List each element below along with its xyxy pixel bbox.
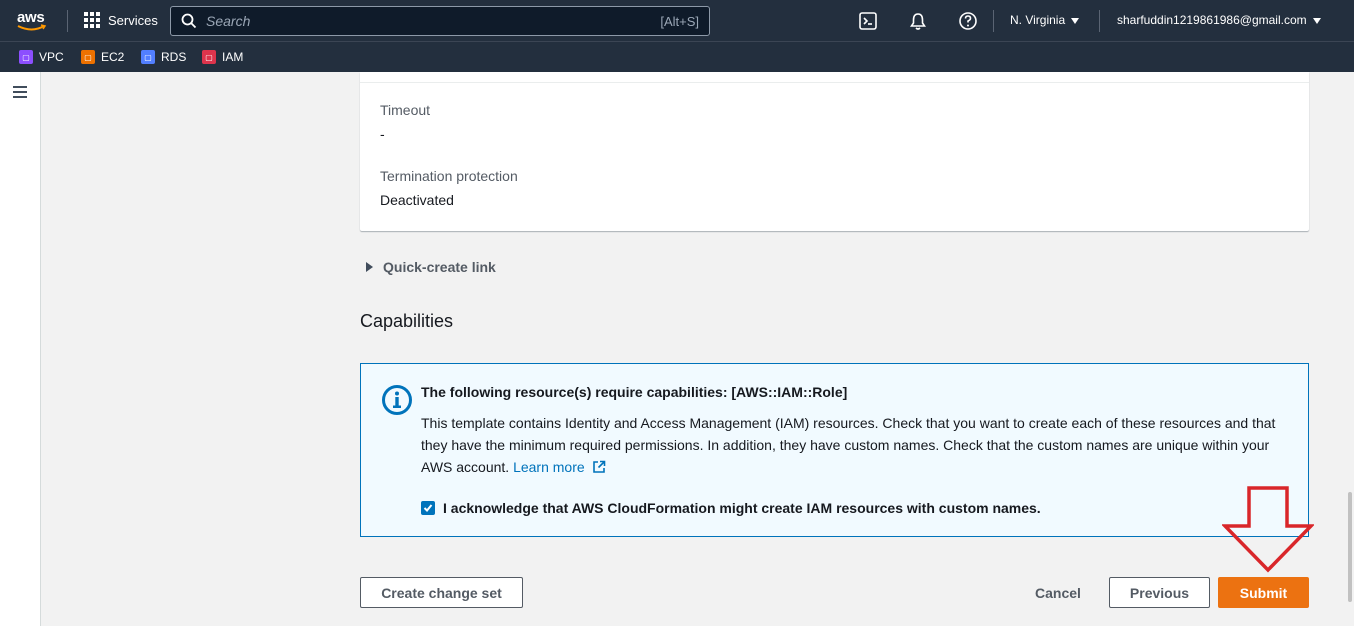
favorites-bar: ▢ VPC ▢ EC2 ▢ RDS ▢ IAM	[0, 41, 1354, 72]
learn-more-link[interactable]: Learn more	[513, 459, 605, 475]
rds-service-icon: ▢	[141, 50, 155, 64]
acknowledge-iam-checkbox[interactable]: I acknowledge that AWS CloudFormation mi…	[421, 500, 1041, 516]
previous-button[interactable]: Previous	[1109, 577, 1210, 608]
search-input[interactable]	[206, 13, 661, 29]
nav-divider	[993, 10, 994, 32]
grid-icon	[84, 12, 100, 28]
account-menu[interactable]: sharfuddin1219861986@gmail.com	[1117, 13, 1321, 27]
alert-body: This template contains Identity and Acce…	[421, 412, 1291, 478]
region-label: N. Virginia	[1010, 13, 1066, 27]
iam-service-icon: ▢	[202, 50, 216, 64]
favorite-iam[interactable]: ▢ IAM	[202, 50, 243, 64]
nav-divider	[67, 10, 68, 32]
caret-down-icon	[1071, 17, 1080, 24]
submit-button[interactable]: Submit	[1218, 577, 1309, 608]
cancel-button[interactable]: Cancel	[1021, 577, 1095, 608]
termination-protection-label: Termination protection	[380, 168, 518, 184]
scrollbar-thumb[interactable]	[1348, 492, 1352, 602]
alert-title: The following resource(s) require capabi…	[421, 384, 848, 400]
aws-logo[interactable]: aws	[17, 9, 51, 33]
info-icon	[382, 385, 412, 415]
divider	[360, 82, 1309, 83]
menu-hamburger-icon[interactable]	[13, 86, 27, 98]
ec2-service-icon: ▢	[81, 50, 95, 64]
vpc-service-icon: ▢	[19, 50, 33, 64]
help-icon[interactable]	[958, 11, 978, 31]
capabilities-info-alert: The following resource(s) require capabi…	[360, 363, 1309, 537]
search-shortcut-hint: [Alt+S]	[660, 13, 699, 29]
favorite-rds[interactable]: ▢ RDS	[141, 50, 186, 64]
favorite-vpc[interactable]: ▢ VPC	[19, 50, 64, 64]
timeout-label: Timeout	[380, 102, 431, 118]
learn-more-label: Learn more	[513, 459, 585, 475]
page-scrollbar[interactable]	[1346, 72, 1354, 626]
checkbox-checked[interactable]	[421, 501, 435, 515]
services-menu-button[interactable]: Services	[84, 12, 158, 28]
stack-options-card: Timeout - Termination protection Deactiv…	[360, 72, 1309, 231]
timeout-value: -	[380, 126, 385, 142]
side-navigation-rail	[0, 72, 41, 626]
checkmark-icon	[423, 504, 433, 512]
external-link-icon	[592, 460, 605, 473]
cloudshell-icon[interactable]	[858, 11, 878, 31]
favorite-ec2[interactable]: ▢ EC2	[81, 50, 124, 64]
quick-create-link-label: Quick-create link	[383, 259, 496, 275]
favorite-label: EC2	[101, 50, 125, 64]
caret-right-icon	[366, 262, 373, 272]
favorite-label: IAM	[222, 50, 244, 64]
nav-divider	[1099, 10, 1100, 32]
quick-create-link-expander[interactable]: Quick-create link	[366, 259, 496, 275]
region-selector[interactable]: N. Virginia	[1010, 13, 1080, 27]
capabilities-heading: Capabilities	[360, 311, 454, 331]
search-bar[interactable]: [Alt+S]	[170, 6, 710, 36]
top-navigation: aws Services [Alt+S] N. Virginia	[0, 0, 1354, 41]
acknowledge-label: I acknowledge that AWS CloudFormation mi…	[443, 500, 1041, 516]
favorite-label: VPC	[39, 50, 64, 64]
termination-protection-value: Deactivated	[380, 192, 454, 208]
aws-smile-icon	[17, 24, 47, 31]
notifications-bell-icon[interactable]	[908, 11, 928, 31]
create-change-set-button[interactable]: Create change set	[360, 577, 523, 608]
search-icon	[181, 13, 197, 29]
favorite-label: RDS	[161, 50, 187, 64]
account-label: sharfuddin1219861986@gmail.com	[1117, 13, 1307, 27]
services-label: Services	[108, 12, 158, 28]
caret-down-icon	[1312, 17, 1321, 24]
